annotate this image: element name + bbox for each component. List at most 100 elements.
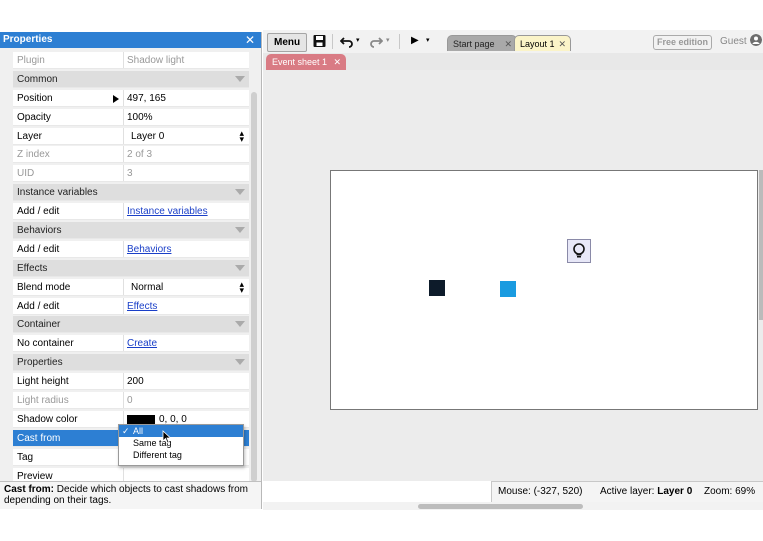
run-icon[interactable]: ▶ <box>411 34 419 48</box>
property-value[interactable]: Normal ▴ ▾ <box>131 279 247 296</box>
property-link[interactable]: Create <box>127 338 157 349</box>
shadow-light-object[interactable] <box>567 239 591 263</box>
property-row-add-edit[interactable]: Add / edit Behaviors <box>13 240 249 258</box>
property-label: Blend mode <box>17 281 71 293</box>
property-value[interactable]: 497, 165 <box>127 90 247 107</box>
run-dropdown-icon[interactable]: ▾ <box>426 34 430 48</box>
user-label[interactable]: Guest <box>720 36 747 47</box>
column-divider <box>123 335 124 352</box>
dropdown-option-same-tag[interactable]: Same tag <box>119 437 243 449</box>
expand-arrow-icon[interactable] <box>113 94 119 103</box>
property-label: Z index <box>17 149 50 161</box>
property-link[interactable]: Effects <box>127 301 157 312</box>
collapse-chevron-icon[interactable] <box>235 321 245 328</box>
properties-scrollbar[interactable] <box>251 92 257 482</box>
property-row-z-index[interactable]: Z index 2 of 3 <box>13 146 249 164</box>
scrollbar-thumb[interactable] <box>418 504 583 509</box>
property-value[interactable]: 100% <box>127 109 247 126</box>
collapse-chevron-icon[interactable] <box>235 227 245 234</box>
property-row-light-height[interactable]: Light height 200 <box>13 373 249 391</box>
property-value[interactable]: Effects <box>127 298 247 315</box>
color-swatch[interactable] <box>127 414 155 424</box>
cast-from-dropdown[interactable]: ✓ All Same tag Different tag <box>118 424 244 466</box>
section-header-instance-variables[interactable]: Instance variables <box>13 184 249 202</box>
tab-label: Start page <box>453 39 495 49</box>
tab-start-page[interactable]: Start page ✕ <box>447 35 517 51</box>
layout-canvas[interactable] <box>330 170 758 410</box>
property-label: Add / edit <box>17 206 60 218</box>
layout-horizontal-scrollbar[interactable] <box>263 502 763 510</box>
property-value[interactable]: Instance variables <box>127 203 247 220</box>
property-row-uid[interactable]: UID 3 <box>13 165 249 183</box>
section-header-properties[interactable]: Properties <box>13 354 249 372</box>
close-icon[interactable]: ✕ <box>245 32 255 48</box>
property-row-light-radius[interactable]: Light radius 0 <box>13 392 249 410</box>
user-avatar-icon[interactable] <box>750 34 762 46</box>
property-row-blend-mode[interactable]: Blend mode Normal ▴ ▾ <box>13 278 249 296</box>
tab-close-icon[interactable]: ✕ <box>558 36 566 52</box>
menu-button[interactable]: Menu <box>267 33 308 52</box>
collapse-chevron-icon[interactable] <box>235 264 245 271</box>
mouse-cursor-icon <box>162 430 172 444</box>
value-text: Layer 0 <box>131 130 165 142</box>
sprite-dark-square[interactable] <box>429 280 445 296</box>
property-link[interactable]: Behaviors <box>127 244 171 255</box>
redo-dropdown-icon[interactable]: ▾ <box>386 34 390 48</box>
save-icon[interactable] <box>313 34 326 48</box>
undo-icon[interactable] <box>340 34 354 48</box>
editor-tab-row: Event sheet 1 ✕ <box>263 53 763 70</box>
section-header-behaviors[interactable]: Behaviors <box>13 222 249 240</box>
property-value: 3 <box>127 165 247 182</box>
zoom-label: Zoom: <box>704 486 733 497</box>
column-divider <box>123 392 124 409</box>
section-header-common[interactable]: Common <box>13 70 249 88</box>
value-text: Normal <box>131 281 164 293</box>
property-label: Plugin <box>17 55 45 66</box>
collapse-chevron-icon[interactable] <box>235 75 245 82</box>
property-label: Tag <box>17 451 34 463</box>
active-layer-readout: Active layer: Layer 0 <box>600 482 692 502</box>
property-link[interactable]: Instance variables <box>127 206 208 217</box>
column-divider <box>123 165 124 182</box>
property-value[interactable]: Behaviors <box>127 241 247 258</box>
section-header-container[interactable]: Container <box>13 316 249 334</box>
tab-layout-1[interactable]: Layout 1 ✕ <box>514 35 571 51</box>
property-value[interactable]: Create <box>127 335 247 352</box>
property-label: Shadow color <box>17 413 78 425</box>
property-label: Opacity <box>17 111 51 123</box>
collapse-chevron-icon[interactable] <box>235 359 245 366</box>
column-divider <box>123 240 124 257</box>
property-row-add-edit[interactable]: Add / edit Effects <box>13 297 249 315</box>
properties-title-bar: Properties ✕ <box>0 32 261 48</box>
select-arrows-icon[interactable]: ▴ ▾ <box>239 279 244 294</box>
section-header-effects[interactable]: Effects <box>13 259 249 277</box>
tab-event-sheet-1[interactable]: Event sheet 1 ✕ <box>266 54 346 70</box>
tab-close-icon[interactable]: ✕ <box>504 36 512 52</box>
select-arrows-icon[interactable]: ▴ ▾ <box>239 128 244 143</box>
dropdown-option-all[interactable]: ✓ All <box>119 425 243 437</box>
column-divider <box>123 278 124 295</box>
column-divider <box>123 127 124 144</box>
undo-dropdown-icon[interactable]: ▾ <box>356 34 360 48</box>
property-value[interactable]: 200 <box>127 373 247 390</box>
property-value: 2 of 3 <box>127 146 247 163</box>
property-label: Position <box>17 92 53 104</box>
property-value[interactable]: Layer 0 ▴ ▾ <box>131 128 247 145</box>
sprite-blue-square[interactable] <box>500 281 516 297</box>
free-edition-badge[interactable]: Free edition <box>653 35 713 50</box>
property-description: Cast from: Decide which objects to cast … <box>0 481 261 509</box>
tab-close-icon[interactable]: ✕ <box>333 54 341 70</box>
dropdown-option-different-tag[interactable]: Different tag <box>119 449 243 461</box>
property-row-add-edit[interactable]: Add / edit Instance variables <box>13 203 249 221</box>
property-label: Light radius <box>17 395 69 407</box>
property-row-layer[interactable]: Layer Layer 0 ▴ ▾ <box>13 127 249 145</box>
layout-view[interactable] <box>263 70 763 481</box>
main-toolbar: Menu ▾ ▾ ▶ ▾ Start page ✕ Layout 1 ✕ Fre… <box>263 30 763 53</box>
property-row-opacity[interactable]: Opacity 100% <box>13 108 249 126</box>
property-row-position[interactable]: Position 497, 165 <box>13 89 249 107</box>
property-row-plugin[interactable]: Plugin Shadow light <box>13 52 249 69</box>
collapse-chevron-icon[interactable] <box>235 189 245 196</box>
layout-vertical-scrollbar[interactable] <box>759 170 763 320</box>
property-row-no-container[interactable]: No container Create <box>13 335 249 353</box>
redo-icon[interactable] <box>369 34 383 48</box>
